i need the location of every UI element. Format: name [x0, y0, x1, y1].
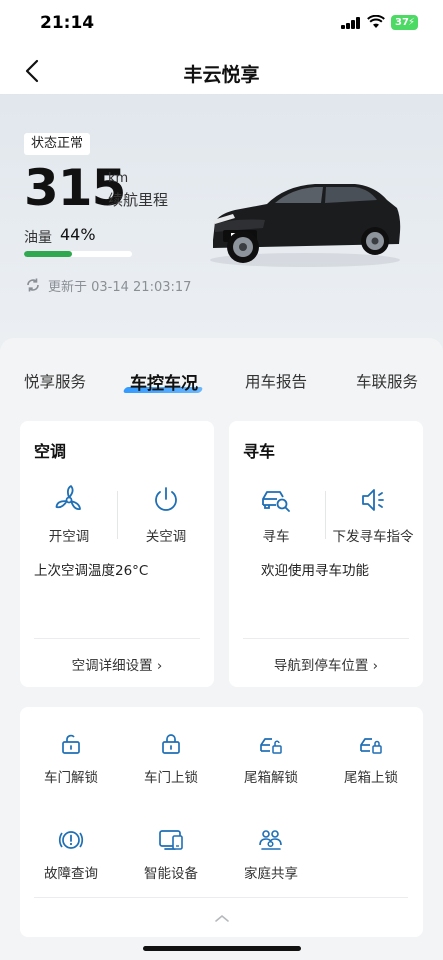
ac-card: 空调 开空调 关空调 上次空调温度26°C 空调详细设置 ›: [20, 421, 214, 687]
trunk-lock-button[interactable]: 尾箱上锁: [321, 734, 421, 786]
trunk-unlock-icon: [260, 738, 282, 754]
ac-settings-link[interactable]: 空调详细设置 ›: [20, 654, 214, 674]
power-icon: [155, 487, 177, 511]
door-lock-icon: [162, 734, 180, 754]
find-car-card-title: 寻车: [243, 442, 276, 461]
door-lock-label: 车门上锁: [144, 770, 198, 786]
range-unit: km: [108, 171, 129, 186]
wifi-icon: [367, 15, 385, 28]
speaker-icon: [362, 489, 384, 511]
car-image: [210, 184, 401, 267]
family-share-label: 家庭共享: [244, 866, 298, 882]
nav-bar: 丰云悦享: [0, 48, 443, 94]
divider: [34, 638, 200, 639]
find-car-label: 寻车: [262, 529, 290, 545]
ac-last-temp: 上次空调温度26°C: [34, 563, 149, 579]
trunk-unlock-label: 尾箱解锁: [244, 770, 298, 786]
door-unlock-label: 车门解锁: [44, 770, 98, 786]
fuel-bar-fill: [24, 251, 72, 257]
updated-time: 更新于 03-14 21:03:17: [48, 280, 192, 295]
divider: [243, 638, 409, 639]
tab-vehicle-control[interactable]: 车控车况: [130, 369, 198, 394]
fuel-value: 44%: [60, 225, 96, 244]
navigate-to-parking-link[interactable]: 导航到停车位置 ›: [229, 654, 423, 674]
clock: 21:14: [40, 13, 95, 33]
home-indicator: [143, 946, 301, 951]
ac-on-label: 开空调: [48, 529, 90, 545]
ac-on-button[interactable]: 开空调: [24, 483, 114, 545]
fault-check-label: 故障查询: [44, 866, 98, 882]
chevron-up-icon[interactable]: [213, 913, 231, 923]
trunk-lock-icon: [360, 738, 382, 754]
send-find-command-label: 下发寻车指令: [332, 529, 414, 545]
page-title: 丰云悦享: [183, 64, 260, 86]
trunk-lock-label: 尾箱上锁: [344, 770, 398, 786]
cellular-signal-icon: [341, 17, 361, 29]
smart-device-icon: [159, 830, 183, 850]
range-label: 续航里程: [108, 191, 169, 209]
find-car-card: 寻车 寻车 下发寻车指令 欢迎使用寻车功能 导航到停车位置 ›: [229, 421, 423, 687]
find-car-icon: [262, 491, 290, 512]
trunk-unlock-button[interactable]: 尾箱解锁: [221, 734, 321, 786]
door-unlock-button[interactable]: 车门解锁: [21, 734, 121, 786]
charging-bolt-icon: ⚡: [407, 17, 415, 28]
status-badge: 状态正常: [24, 133, 91, 155]
smart-device-button[interactable]: 智能设备: [121, 828, 221, 882]
smart-device-label: 智能设备: [144, 866, 198, 882]
find-car-welcome: 欢迎使用寻车功能: [261, 563, 369, 579]
ac-off-button[interactable]: 关空调: [121, 483, 211, 545]
door-unlock-icon: [62, 734, 80, 754]
tab-connected-services[interactable]: 车联服务: [356, 370, 418, 392]
tab-services[interactable]: 悦享服务: [24, 370, 86, 392]
fuel-bar: [24, 251, 132, 257]
fault-check-button[interactable]: 故障查询: [21, 828, 121, 882]
ac-off-label: 关空调: [145, 529, 187, 545]
family-share-icon: [259, 830, 282, 850]
refresh-icon[interactable]: [25, 277, 41, 293]
status-bar: 21:14 37 ⚡: [0, 0, 443, 48]
fuel-label: 油量: [24, 230, 52, 246]
send-find-command-button[interactable]: 下发寻车指令: [321, 483, 425, 545]
battery-indicator: 37 ⚡: [391, 15, 418, 30]
divider: [34, 897, 408, 898]
divider: [117, 491, 118, 539]
fan-icon: [55, 485, 81, 510]
door-lock-button[interactable]: 车门上锁: [121, 734, 221, 786]
family-share-button[interactable]: 家庭共享: [221, 828, 321, 882]
ac-card-title: 空调: [34, 442, 67, 461]
find-car-button[interactable]: 寻车: [231, 483, 321, 545]
fault-check-icon: [58, 831, 84, 849]
tab-usage-report[interactable]: 用车报告: [245, 370, 307, 392]
battery-level: 37: [395, 17, 409, 28]
